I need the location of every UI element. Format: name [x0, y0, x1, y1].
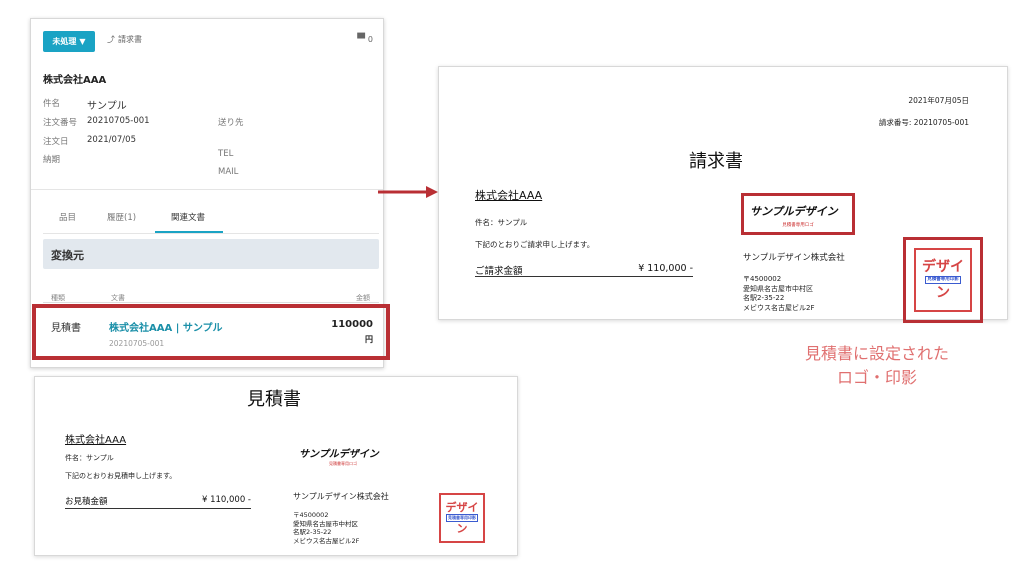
status-dropdown-button[interactable]: 未処理 ▼	[43, 31, 95, 52]
invoice-postal: 〒4500002	[743, 275, 782, 283]
caption: 見積書に設定された ロゴ・印影	[777, 342, 977, 390]
estimate-logo-sub: 見積書専用ロゴ	[329, 461, 357, 466]
estimate-title: 見積書	[247, 389, 301, 410]
seal-bottom: ン	[936, 285, 950, 302]
section-title: 変換元	[43, 239, 379, 269]
estimate-total-label: お見積金額	[65, 497, 108, 507]
invoice-subject: 件名：サンプル	[475, 218, 528, 227]
invoice-address: 〒4500002 愛知県名古屋市中村区 名駅2-35-22 メビウス名古屋ビル2…	[743, 275, 814, 313]
row-divider	[43, 302, 379, 303]
invoice-total-value: ¥ 110,000 -	[638, 263, 693, 274]
invoice-total-label: ご請求金額	[475, 266, 523, 277]
comment-count: 0	[367, 35, 373, 44]
invoice-logo-text: サンプルデザイン	[750, 205, 838, 218]
invoice-link[interactable]: ⤴ 請求書	[107, 34, 142, 45]
estimate-seal-mid: 見積書専用印影	[446, 514, 478, 522]
invoice-issuer: サンプルデザイン株式会社	[743, 253, 845, 263]
invoice-customer: 株式会社AAA	[475, 189, 543, 202]
invoice-logo-sub: 見積書専用ロゴ	[782, 223, 814, 228]
tab-history[interactable]: 履歴(1)	[107, 211, 136, 233]
invoice-date: 2021年07月05日	[908, 96, 969, 105]
document-detail-panel: 未処理 ▼ ⤴ 請求書 ▀ 0 株式会社AAA 件名 サンプル 注文番号 202…	[30, 18, 390, 368]
invoice-preview: 2021年07月05日 請求番号: 20210705-001 請求書 株式会社A…	[438, 66, 1008, 323]
invoice-title: 請求書	[689, 151, 743, 172]
estimate-customer: 株式会社AAA	[65, 435, 127, 446]
estimate-intro: 下記のとおりお見積申し上げます。	[65, 472, 177, 480]
estimate-postal: 〒4500002	[293, 511, 329, 519]
subject-value: サンプル	[87, 101, 127, 112]
tab-divider	[43, 233, 379, 234]
estimate-total-row: お見積金額 ¥ 110,000 -	[65, 495, 251, 509]
tab-items[interactable]: 品目	[59, 211, 76, 233]
tab-related-docs[interactable]: 関連文書	[155, 211, 223, 233]
estimate-subject: 件名：サンプル	[65, 454, 114, 462]
seal-mid: 見積書専用印影	[925, 275, 961, 285]
invoice-total-row: ご請求金額 ¥ 110,000 -	[475, 263, 693, 277]
estimate-total-value: ¥ 110,000 -	[201, 495, 251, 505]
order-number-value: 20210705-001	[87, 116, 150, 126]
tel-label: TEL	[218, 149, 234, 159]
estimate-seal-bottom: ン	[456, 522, 468, 535]
tab-bar: 品目 履歴(1) 関連文書	[43, 211, 373, 233]
caption-line2: ロゴ・印影	[836, 368, 917, 387]
caret-down-icon: ▼	[79, 37, 86, 46]
invoice-address-line3: メビウス名古屋ビル2F	[743, 303, 815, 312]
mail-label: MAIL	[218, 167, 239, 177]
divider	[31, 189, 383, 190]
estimate-logo-text: サンプルデザイン	[299, 449, 379, 460]
estimate-preview: 見積書 株式会社AAA 件名：サンプル 下記のとおりお見積申し上げます。 お見積…	[34, 376, 518, 556]
delivery-label: 納期	[43, 155, 61, 165]
order-date-label: 注文日	[43, 137, 69, 147]
company-name: 株式会社AAA	[43, 75, 107, 86]
subject-label: 件名	[43, 99, 61, 109]
invoice-address-line2: 名駅2-35-22	[743, 294, 785, 302]
seal-highlight-box: デザイ 見積書専用印影 ン	[903, 237, 983, 323]
invoice-address-line1: 愛知県名古屋市中村区	[743, 284, 813, 293]
highlight-box	[32, 304, 390, 360]
seal-top: デザイ	[922, 258, 964, 275]
order-date-value: 2021/07/05	[87, 135, 136, 145]
order-number-label: 注文番号	[43, 118, 78, 128]
estimate-address: 〒4500002 愛知県名古屋市中村区 名駅2-35-22 メビウス名古屋ビル2…	[293, 511, 359, 545]
estimate-address-line3: メビウス名古屋ビル2F	[293, 536, 360, 545]
arrow-right-icon	[378, 186, 438, 198]
caption-line1: 見積書に設定された	[804, 344, 949, 363]
comment-icon: ▀	[357, 34, 365, 45]
estimate-seal-top: デザイ	[445, 501, 479, 514]
estimate-address-line2: 名駅2-35-22	[293, 528, 332, 536]
invoice-intro: 下記のとおりご請求申し上げます。	[475, 240, 595, 249]
status-label: 未処理	[52, 37, 77, 46]
estimate-issuer: サンプルデザイン株式会社	[293, 492, 389, 501]
invoice-link-label: 請求書	[118, 35, 142, 44]
logo-highlight-box: サンプルデザイン 見積書専用ロゴ	[741, 193, 855, 235]
comment-button[interactable]: ▀ 0	[357, 34, 373, 45]
seal-stamp: デザイ 見積書専用印影 ン	[914, 248, 972, 312]
invoice-number: 請求番号: 20210705-001	[878, 118, 969, 127]
estimate-seal-stamp: デザイ 見積書専用印影 ン	[439, 493, 485, 543]
link-icon: ⤴	[107, 35, 115, 44]
estimate-address-line1: 愛知県名古屋市中村区	[293, 519, 358, 528]
ship-to-label: 送り先	[218, 118, 244, 128]
